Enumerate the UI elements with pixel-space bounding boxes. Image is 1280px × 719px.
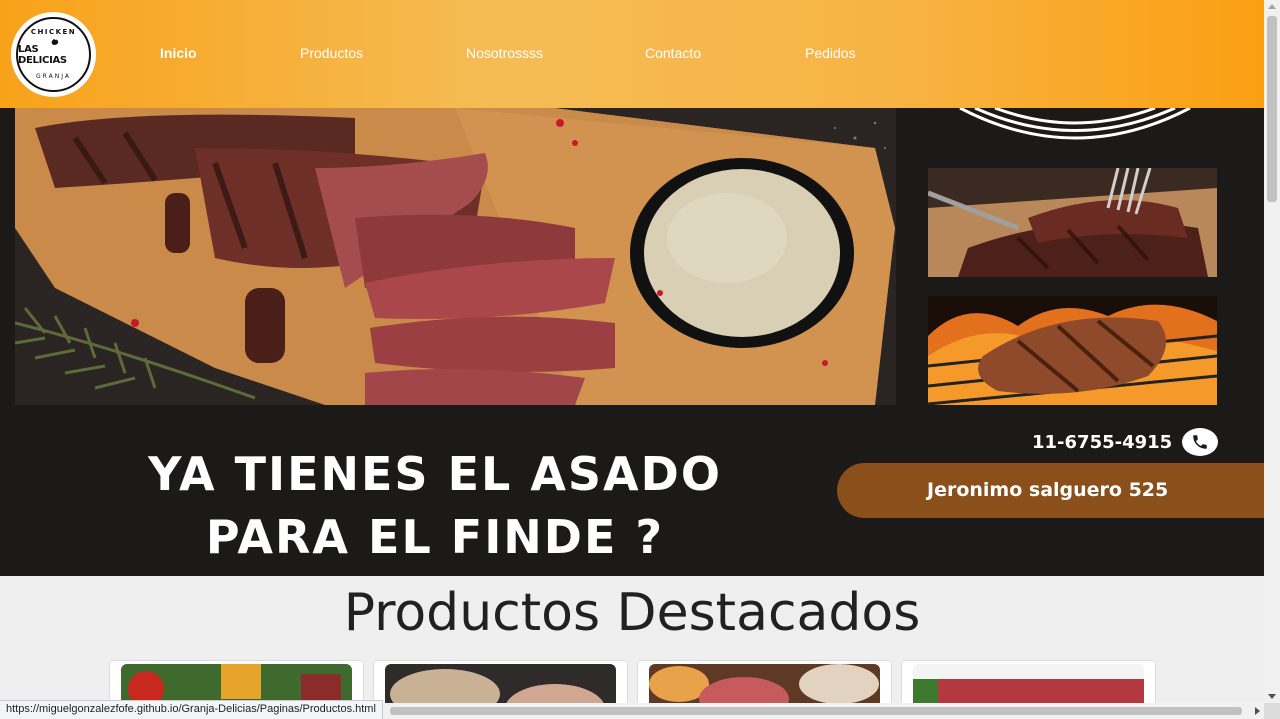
plate-image — [959, 108, 1191, 140]
logo-top-text: CHICKEN — [30, 28, 77, 36]
hero-headline-line1: YA TIENES EL ASADO — [148, 447, 722, 501]
hen-icon — [51, 39, 59, 45]
vertical-scrollbar[interactable] — [1264, 0, 1280, 703]
logo-badge: CHICKEN LAS DELICIAS GRANJA — [16, 17, 91, 92]
nav-contacto[interactable]: Contacto — [645, 45, 701, 61]
nav-pedidos[interactable]: Pedidos — [805, 45, 856, 61]
scrollbar-corner — [1264, 703, 1280, 719]
address-badge: Jeronimo salguero 525 — [837, 463, 1264, 518]
nav-nosotros[interactable]: Nosotrossss — [466, 45, 543, 61]
scroll-right-icon[interactable] — [1255, 707, 1260, 715]
phone-icon — [1182, 428, 1218, 456]
phone-number: 11-6755-4915 — [1032, 432, 1173, 453]
logo-main-text: LAS DELICIAS — [18, 43, 67, 66]
steak-board-image — [15, 108, 896, 405]
horizontal-scroll-thumb[interactable] — [390, 707, 1242, 715]
nav-inicio[interactable]: Inicio — [160, 45, 197, 61]
logo-bottom-text: GRANJA — [36, 73, 71, 80]
nav-productos[interactable]: Productos — [300, 45, 363, 61]
site-header: CHICKEN LAS DELICIAS GRANJA Inicio Produ… — [0, 0, 1264, 108]
hero-headline: YA TIENES EL ASADO PARA EL FINDE ? — [60, 443, 810, 569]
address-text: Jeronimo salguero 525 — [927, 479, 1169, 501]
featured-products-title: Productos Destacados — [343, 583, 921, 643]
steak-fork-image — [928, 168, 1217, 277]
vertical-scroll-thumb[interactable] — [1267, 16, 1277, 202]
scroll-up-icon[interactable] — [1268, 4, 1276, 9]
logo[interactable]: CHICKEN LAS DELICIAS GRANJA — [11, 12, 96, 97]
grill-steak-image — [928, 296, 1217, 405]
hero-headline-line2: PARA EL FINDE ? — [205, 510, 665, 564]
scroll-down-icon[interactable] — [1268, 694, 1276, 699]
status-bar-url: https://miguelgonzalezfofe.github.io/Gra… — [0, 700, 383, 719]
hero-banner: YA TIENES EL ASADO PARA EL FINDE ? 11-67… — [0, 108, 1264, 576]
